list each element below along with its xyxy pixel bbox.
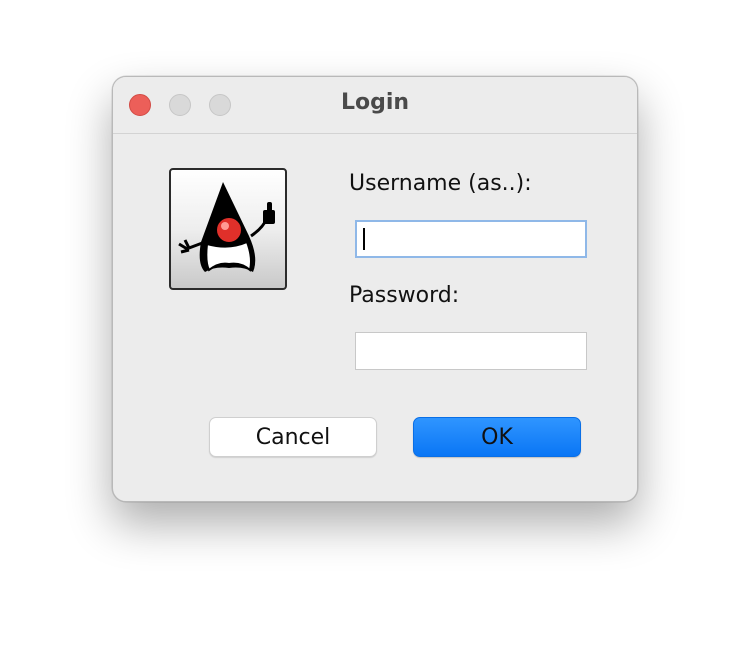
username-label: Username (as..):: [349, 171, 532, 196]
ok-button[interactable]: OK: [413, 417, 581, 457]
title-bar[interactable]: Login: [113, 77, 637, 134]
username-input[interactable]: [355, 220, 587, 258]
window-title: Login: [340, 90, 410, 115]
text-caret: [363, 228, 365, 250]
cancel-button[interactable]: Cancel: [209, 417, 377, 457]
login-dialog: Login Username (as..): Password: Cancel …: [112, 76, 638, 502]
password-input[interactable]: [355, 332, 587, 370]
password-label: Password:: [349, 283, 460, 308]
java-duke-logo-icon: [169, 168, 287, 290]
